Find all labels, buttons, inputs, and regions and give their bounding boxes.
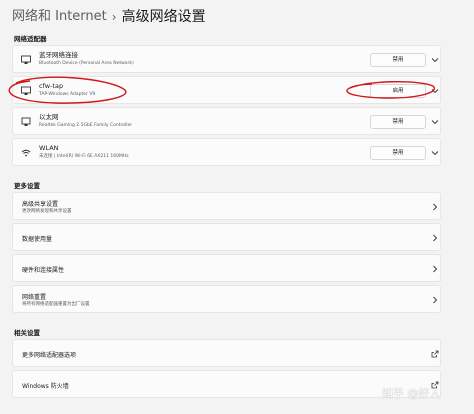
section-title-adapters: 网络适配器 xyxy=(14,35,47,43)
adapter-name: cfw-tap xyxy=(39,82,64,90)
chevron-down-icon[interactable] xyxy=(431,56,439,64)
breadcrumb-network-link[interactable]: 网络和 Internet xyxy=(12,6,107,28)
adapter-description: TAP-Windows Adapter V9 xyxy=(39,92,96,97)
adapter-description: 未连接 | Intel(R) Wi-Fi 6E AX211 160MHz xyxy=(39,154,129,159)
chevron-down-icon[interactable] xyxy=(431,149,439,157)
chevron-right-icon xyxy=(433,203,438,211)
data-usage-row[interactable]: 数据使用量 xyxy=(12,223,441,251)
chevron-right-icon xyxy=(433,296,438,304)
chevron-down-icon[interactable] xyxy=(431,87,439,95)
setting-title: 更多网络适配器选项 xyxy=(22,352,77,359)
windows-firewall-row[interactable]: Windows 防火墙 xyxy=(12,370,441,398)
adapter-row-wlan[interactable]: WLAN 未连接 | Intel(R) Wi-Fi 6E AX211 160MH… xyxy=(12,138,441,166)
advanced-sharing-settings-row[interactable]: 高级共享设置 更改网络发现和共享设置 xyxy=(12,192,441,220)
setting-title: 高级共享设置 xyxy=(22,201,59,208)
adapter-row-ethernet[interactable]: 以太网 Realtek Gaming 2.5GbE Family Control… xyxy=(12,107,441,135)
adapter-name: 以太网 xyxy=(39,113,59,121)
setting-title: 数据使用量 xyxy=(22,236,53,243)
bluetooth-adapter-icon xyxy=(21,55,31,64)
adapter-description: Realtek Gaming 2.5GbE Family Controller xyxy=(39,123,133,128)
adapter-name: 蓝牙网络连接 xyxy=(39,51,78,59)
network-reset-row[interactable]: 网络重置 将所有网络适配器重置为出厂设置 xyxy=(12,285,441,313)
setting-title: Windows 防火墙 xyxy=(22,383,69,390)
disable-adapter-button[interactable]: 禁用 xyxy=(370,146,426,160)
watermark-text: 知乎 @好人 xyxy=(382,387,441,400)
wifi-icon xyxy=(21,149,31,157)
section-title-more-settings: 更多设置 xyxy=(14,182,40,190)
adapter-row-cfw-tap[interactable]: cfw-tap TAP-Windows Adapter V9 启用 xyxy=(12,76,441,104)
setting-title: 硬件和连接属性 xyxy=(22,267,65,274)
chevron-down-icon[interactable] xyxy=(431,118,439,126)
hardware-connection-properties-row[interactable]: 硬件和连接属性 xyxy=(12,254,441,282)
ethernet-icon xyxy=(21,117,31,126)
enable-adapter-button[interactable]: 启用 xyxy=(370,84,426,98)
disable-adapter-button[interactable]: 禁用 xyxy=(370,53,426,67)
chevron-right-icon xyxy=(433,265,438,273)
disable-adapter-button[interactable]: 禁用 xyxy=(370,115,426,129)
adapter-row-bluetooth[interactable]: 蓝牙网络连接 Bluetooth Device (Personal Area N… xyxy=(12,45,441,73)
adapter-name: WLAN xyxy=(39,144,59,152)
breadcrumb-separator: › xyxy=(111,10,117,24)
setting-subtitle: 更改网络发现和共享设置 xyxy=(22,209,72,214)
page-title: 高级网络设置 xyxy=(121,9,206,25)
adapter-description: Bluetooth Device (Personal Area Network) xyxy=(39,61,134,66)
breadcrumb: 网络和 Internet › 高级网络设置 xyxy=(12,6,206,28)
external-link-icon xyxy=(431,350,439,358)
section-title-related-settings: 相关设置 xyxy=(14,329,40,337)
more-adapter-options-row[interactable]: 更多网络适配器选项 xyxy=(12,339,441,367)
network-adapter-icon xyxy=(21,86,31,95)
setting-title: 网络重置 xyxy=(22,294,47,301)
chevron-right-icon xyxy=(433,234,438,242)
setting-subtitle: 将所有网络适配器重置为出厂设置 xyxy=(22,302,90,307)
